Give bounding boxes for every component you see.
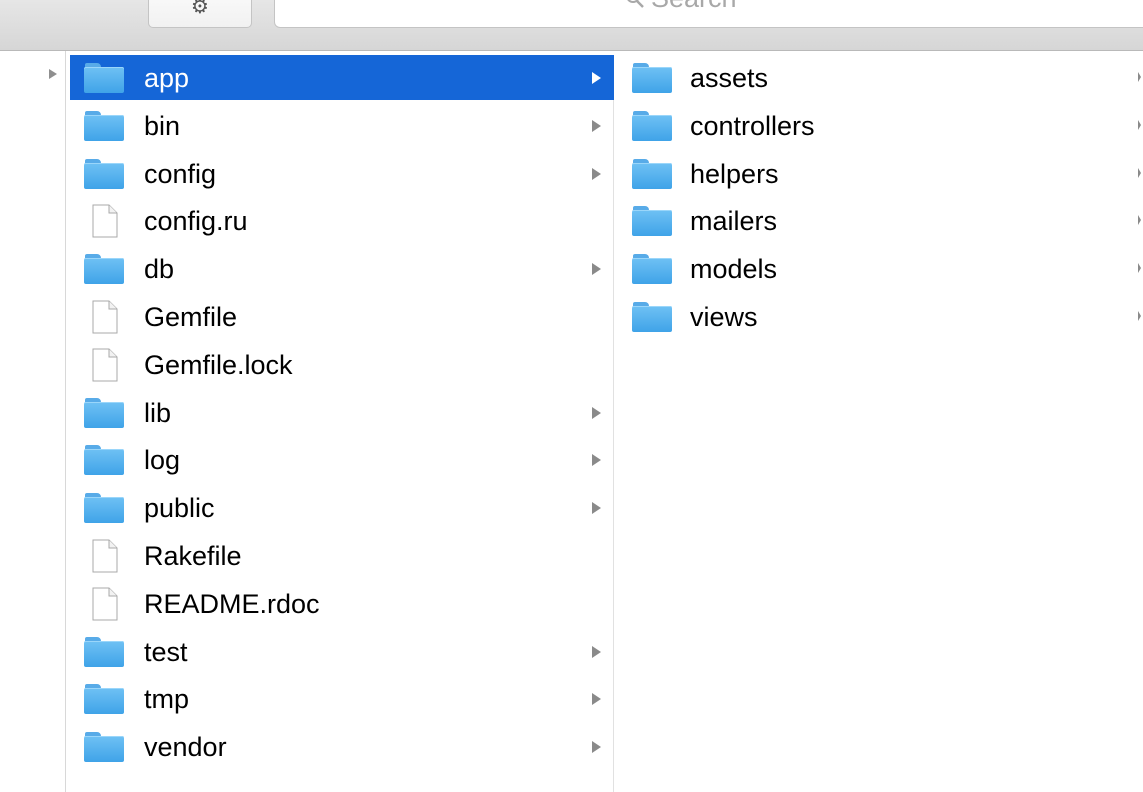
chevron-right-icon: [1138, 215, 1141, 226]
item-name: Gemfile: [144, 302, 238, 332]
document-icon: [92, 587, 118, 621]
folder-row[interactable]: log: [70, 437, 614, 482]
file-row[interactable]: README.rdoc: [70, 581, 614, 626]
folder-row[interactable]: vendor: [70, 724, 614, 769]
file-row[interactable]: Gemfile.lock: [70, 342, 614, 387]
chevron-right-icon: [592, 167, 601, 180]
folder-row[interactable]: views: [618, 294, 1143, 339]
chevron-right-icon: [1138, 72, 1141, 82]
folder-icon: [84, 254, 124, 285]
folder-row[interactable]: config: [70, 151, 614, 196]
folder-icon: [632, 63, 672, 93]
folder-row[interactable]: helpers: [618, 151, 1143, 196]
item-name: log: [144, 445, 181, 476]
item-name: models: [690, 254, 778, 285]
item-name: config: [144, 158, 217, 189]
document-icon: [92, 300, 118, 334]
item-name: assets: [690, 63, 769, 93]
item-name: mailers: [690, 206, 778, 237]
gear-icon: ⚙: [191, 0, 209, 18]
folder-row[interactable]: mailers: [618, 198, 1143, 243]
folder-icon: [84, 732, 124, 763]
search-input[interactable]: [651, 0, 951, 11]
folder-icon: [84, 445, 124, 476]
item-name: tmp: [144, 684, 190, 715]
folder-row[interactable]: bin: [70, 103, 614, 148]
chevron-right-icon: [592, 119, 601, 132]
folder-icon: [84, 158, 124, 189]
item-name: config.ru: [144, 206, 248, 237]
folder-icon: [84, 63, 124, 93]
chevron-right-icon: [592, 645, 601, 658]
file-row[interactable]: Rakefile: [70, 533, 614, 578]
action-button[interactable]: ⚙: [148, 0, 252, 28]
folder-row[interactable]: tmp: [70, 676, 614, 721]
item-name: vendor: [144, 732, 227, 763]
chevron-right-icon: [592, 741, 601, 754]
folder-icon: [632, 158, 672, 189]
item-name: app: [144, 63, 190, 93]
document-icon: [92, 204, 118, 238]
sidebar: [0, 51, 66, 792]
item-name: lib: [144, 397, 172, 428]
item-name: test: [144, 636, 188, 667]
file-row[interactable]: Gemfile: [70, 294, 614, 339]
chevron-right-icon: [592, 406, 601, 419]
item-name: README.rdoc: [144, 588, 320, 619]
folder-icon: [632, 206, 672, 237]
folder-icon: [84, 684, 124, 715]
folder-row[interactable]: models: [618, 246, 1143, 291]
folder-icon: [632, 302, 672, 332]
disclosure-triangle-icon[interactable]: [49, 69, 57, 79]
file-row[interactable]: config.ru: [70, 198, 614, 243]
column-browser-pane-1: app bin config config.ru db Gemfile Gemfile.lo…: [70, 55, 614, 792]
item-name: helpers: [690, 158, 779, 189]
folder-row[interactable]: app: [70, 55, 614, 100]
finder-toolbar: ⚙: [0, 0, 1143, 51]
item-name: db: [144, 254, 175, 285]
chevron-right-icon: [592, 72, 601, 84]
folder-row[interactable]: test: [70, 629, 614, 674]
folder-icon: [632, 110, 672, 141]
folder-icon: [84, 493, 124, 524]
chevron-right-icon: [1138, 263, 1141, 274]
document-icon: [92, 348, 118, 382]
item-name: views: [690, 302, 758, 332]
item-name: controllers: [690, 110, 815, 141]
chevron-right-icon: [592, 502, 601, 515]
chevron-right-icon: [592, 263, 601, 276]
folder-row[interactable]: public: [70, 485, 614, 530]
folder-icon: [84, 636, 124, 667]
item-name: public: [144, 493, 215, 524]
folder-row[interactable]: db: [70, 246, 614, 291]
chevron-right-icon: [592, 454, 601, 467]
item-name: Gemfile.lock: [144, 349, 293, 380]
folder-row[interactable]: lib: [70, 390, 614, 435]
folder-icon: [84, 110, 124, 141]
folder-row[interactable]: assets: [618, 55, 1143, 100]
chevron-right-icon: [592, 693, 601, 706]
magnifier-icon: [627, 0, 644, 8]
chevron-right-icon: [1138, 167, 1141, 178]
item-name: Rakefile: [144, 541, 242, 571]
chevron-right-icon: [1138, 119, 1141, 130]
column-browser-pane-2: assets controllers helpers mailers models vie…: [618, 55, 1143, 792]
item-name: bin: [144, 110, 181, 141]
folder-row[interactable]: controllers: [618, 103, 1143, 148]
folder-icon: [84, 397, 124, 428]
folder-icon: [632, 254, 672, 285]
chevron-right-icon: [1138, 311, 1141, 321]
document-icon: [92, 539, 118, 573]
search-field[interactable]: [274, 0, 1143, 28]
